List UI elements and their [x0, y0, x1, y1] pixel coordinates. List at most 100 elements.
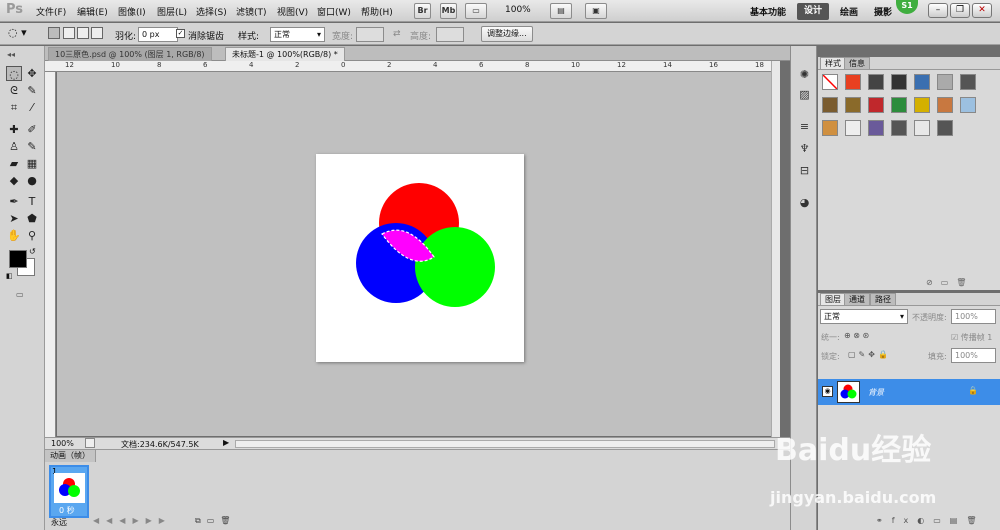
status-menu-arrow-icon[interactable]: ▶ [223, 438, 229, 447]
layer-comps-icon[interactable]: ⊟ [797, 164, 812, 178]
tab-channels[interactable]: 通道 [844, 293, 870, 305]
menu-edit[interactable]: 编辑(E) [77, 5, 108, 18]
blur-tool-icon[interactable]: ◆ [6, 173, 22, 188]
lock-icons[interactable]: ▢✎✥🔒 [848, 350, 891, 359]
style-swatch[interactable] [822, 97, 838, 113]
stamp-tool-icon[interactable]: ♙ [6, 139, 22, 154]
style-select[interactable]: 正常 ▾ [270, 27, 325, 42]
bridge-button[interactable]: Br [414, 3, 431, 19]
style-swatch[interactable] [845, 120, 861, 136]
history-brush-tool-icon[interactable]: ✎ [24, 139, 40, 154]
menu-view[interactable]: 视图(V) [277, 5, 308, 18]
type-tool-icon[interactable]: T [24, 194, 40, 209]
style-swatch[interactable] [960, 97, 976, 113]
workspace-design[interactable]: 设计 [797, 3, 829, 20]
playback-controls-icon[interactable]: ◀◀◀▶▶▶ [93, 516, 172, 525]
marquee-tool-icon[interactable]: ◌ [6, 66, 22, 81]
lasso-tool-icon[interactable]: ᘓ [6, 83, 22, 98]
loop-select[interactable]: 永远 [51, 517, 67, 528]
clone-source-icon[interactable]: ♆ [797, 142, 812, 156]
zoom-select[interactable]: 100% [505, 5, 531, 15]
intersect-selection-icon[interactable] [91, 27, 103, 39]
menu-select[interactable]: 选择(S) [196, 5, 227, 18]
palette-icon[interactable]: ◕ [797, 196, 812, 210]
blend-mode-select[interactable]: 正常 ▾ [820, 309, 908, 324]
frame-delay[interactable]: 0 秒 [59, 505, 75, 516]
height-input[interactable] [436, 27, 464, 42]
quick-select-tool-icon[interactable]: ✎ [24, 83, 40, 98]
workspace-essentials[interactable]: 基本功能 [750, 5, 786, 18]
fill-input[interactable]: 100% [951, 348, 996, 363]
default-colors-icon[interactable]: ◧ [6, 272, 13, 280]
marquee-preset-icon[interactable]: ◌ ▾ [8, 26, 40, 42]
style-swatch[interactable] [845, 74, 861, 90]
gradient-tool-icon[interactable]: ▦ [24, 156, 40, 171]
menu-layer[interactable]: 图层(L) [157, 5, 187, 18]
image-icon[interactable]: ▨ [797, 88, 812, 102]
zoom-tool-icon[interactable]: ⚲ [24, 228, 40, 243]
hand-tool-icon[interactable]: ✋ [6, 228, 22, 243]
width-input[interactable] [356, 27, 384, 42]
zoom-level[interactable]: 100% [51, 439, 74, 448]
style-swatch[interactable] [914, 97, 930, 113]
quick-mask-icon[interactable]: ▭ [16, 290, 24, 299]
eyedropper-tool-icon[interactable]: ⁄ [24, 100, 40, 115]
minimize-icon[interactable]: – [928, 3, 948, 18]
tab-paths[interactable]: 路径 [870, 293, 896, 305]
style-swatch[interactable] [868, 120, 884, 136]
new-selection-icon[interactable] [48, 27, 60, 39]
layers-footer-icons[interactable]: ⚭fx◐▭▤🗑 [876, 516, 986, 525]
eye-icon[interactable]: ◉ [822, 386, 833, 397]
adjustments-icon[interactable]: ✺ [797, 68, 812, 82]
swap-colors-icon[interactable]: ↺ [29, 247, 36, 256]
zoom-preview-icon[interactable] [85, 438, 95, 448]
path-select-tool-icon[interactable]: ➤ [6, 211, 22, 226]
refine-edge-button[interactable]: 调整边缘... [481, 26, 533, 42]
close-icon[interactable]: ✕ [972, 3, 992, 18]
shape-tool-icon[interactable]: ⬟ [24, 211, 40, 226]
foreground-color-swatch[interactable] [9, 250, 27, 268]
pen-tool-icon[interactable]: ✒ [6, 194, 22, 209]
style-swatch[interactable] [937, 97, 953, 113]
subtract-selection-icon[interactable] [77, 27, 89, 39]
style-swatch[interactable] [914, 74, 930, 90]
style-swatch-none[interactable] [822, 74, 838, 90]
style-swatch[interactable] [914, 120, 930, 136]
tab-document-2[interactable]: 未标题-1 @ 100%(RGB/8) * [225, 47, 345, 61]
style-swatch[interactable] [891, 97, 907, 113]
style-swatch[interactable] [868, 97, 884, 113]
tab-document-1[interactable]: 10三原色.psd @ 100% (图层 1, RGB/8) [48, 47, 212, 61]
add-selection-icon[interactable] [63, 27, 75, 39]
style-swatch[interactable] [937, 120, 953, 136]
antialias-checkbox[interactable]: ✓ [176, 29, 185, 38]
style-swatch[interactable] [868, 74, 884, 90]
dodge-tool-icon[interactable]: ● [24, 173, 40, 188]
workspace-painting[interactable]: 绘画 [840, 5, 858, 18]
feather-input[interactable]: 0 px [138, 27, 178, 42]
brush-presets-icon[interactable]: ≡ [797, 120, 812, 134]
tab-layers[interactable]: 图层 [820, 293, 846, 305]
view-extras-icon[interactable]: ▭ [465, 3, 487, 19]
animation-panel-tab[interactable]: 动画（帧） [45, 450, 96, 462]
animation-frame-1[interactable]: 1 0 秒 [49, 465, 89, 518]
style-swatch[interactable] [822, 120, 838, 136]
menu-file[interactable]: 文件(F) [36, 5, 66, 18]
vertical-scrollbar[interactable] [771, 61, 780, 437]
canvas-area[interactable] [57, 72, 771, 436]
crop-tool-icon[interactable]: ⌗ [6, 100, 22, 115]
menu-window[interactable]: 窗口(W) [317, 5, 351, 18]
workspace-photography[interactable]: 摄影 [874, 5, 892, 18]
arrange-icon[interactable]: ▤ [550, 3, 572, 19]
style-swatch[interactable] [960, 74, 976, 90]
frame-actions-icon[interactable]: ⧉▭🗑 [195, 516, 236, 526]
menu-help[interactable]: 帮助(H) [361, 5, 393, 18]
horizontal-scrollbar[interactable] [235, 440, 775, 448]
healing-tool-icon[interactable]: ✚ [6, 122, 22, 137]
tab-info[interactable]: 信息 [844, 57, 870, 69]
style-swatch[interactable] [891, 120, 907, 136]
style-swatch[interactable] [891, 74, 907, 90]
eraser-tool-icon[interactable]: ▰ [6, 156, 22, 171]
tab-styles[interactable]: 样式 [820, 57, 846, 69]
mini-bridge-button[interactable]: Mb [440, 3, 457, 19]
move-tool-icon[interactable]: ✥ [24, 66, 40, 81]
